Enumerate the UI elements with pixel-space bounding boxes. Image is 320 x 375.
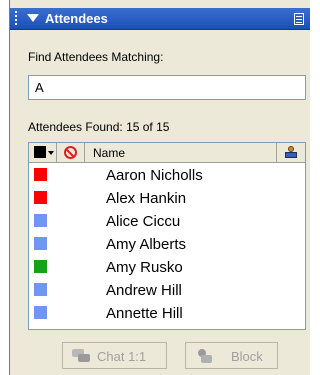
list-item[interactable]: Alex Hankin bbox=[29, 187, 305, 210]
color-swatch-icon bbox=[34, 146, 46, 158]
list-item[interactable]: Amy Rusko bbox=[29, 256, 305, 279]
search-label: Find Attendees Matching: bbox=[28, 50, 164, 64]
list-item[interactable]: Aaron Nicholls bbox=[29, 164, 305, 187]
attendee-rows: Aaron Nicholls Alex Hankin Alice Ciccu A… bbox=[29, 164, 305, 325]
attendee-name: Amy Rusko bbox=[106, 259, 183, 276]
attendee-name: Amy Alberts bbox=[106, 236, 187, 253]
panel-menu-icon[interactable] bbox=[294, 13, 304, 25]
color-swatch bbox=[34, 191, 47, 204]
color-swatch bbox=[34, 237, 47, 250]
attendees-found-text: Attendees Found: 15 of 15 bbox=[28, 120, 169, 134]
color-swatch bbox=[34, 168, 47, 181]
color-swatch bbox=[34, 306, 47, 319]
chat-button-label: Chat 1:1 bbox=[97, 349, 147, 364]
attendee-name: Alice Ciccu bbox=[106, 213, 181, 230]
list-header: Name bbox=[29, 143, 305, 163]
panel-titlebar: Attendees bbox=[10, 8, 310, 30]
list-item[interactable]: Annette Hill bbox=[29, 302, 305, 325]
chat-one-on-one-button[interactable]: Chat 1:1 bbox=[62, 342, 167, 369]
color-swatch bbox=[34, 260, 47, 273]
found-label: Attendees Found: bbox=[28, 120, 123, 134]
color-swatch bbox=[34, 214, 47, 227]
attendees-panel: Attendees Find Attendees Matching: Atten… bbox=[9, 0, 310, 375]
panel-title: Attendees bbox=[45, 11, 108, 26]
attendee-name: Alex Hankin bbox=[106, 190, 187, 207]
attendee-name: Andrew Hill bbox=[106, 282, 182, 299]
collapse-arrow-icon[interactable] bbox=[27, 14, 39, 22]
blocked-column-header[interactable] bbox=[57, 143, 85, 162]
drag-grip-icon[interactable] bbox=[12, 11, 20, 27]
list-item[interactable]: Andrew Hill bbox=[29, 279, 305, 302]
block-user-icon bbox=[195, 349, 213, 363]
block-button-label: Block bbox=[231, 349, 263, 364]
block-button[interactable]: Block bbox=[185, 342, 278, 369]
color-column-header[interactable] bbox=[29, 143, 57, 162]
chat-icon bbox=[72, 349, 90, 363]
list-item[interactable]: Alice Ciccu bbox=[29, 210, 305, 233]
found-count: 15 of 15 bbox=[126, 120, 170, 134]
dropdown-arrow-icon bbox=[48, 151, 54, 155]
search-input[interactable] bbox=[28, 75, 306, 100]
block-status-icon bbox=[64, 146, 77, 159]
attendee-name: Annette Hill bbox=[106, 305, 183, 322]
name-column-header[interactable]: Name bbox=[85, 143, 277, 162]
attendee-list[interactable]: Name Aaron Nicholls Alex Hankin Alice Ci… bbox=[28, 142, 306, 330]
role-column-header[interactable] bbox=[277, 143, 305, 162]
list-item[interactable]: Amy Alberts bbox=[29, 233, 305, 256]
color-swatch bbox=[34, 283, 47, 296]
person-icon bbox=[284, 146, 298, 158]
attendee-name: Aaron Nicholls bbox=[106, 167, 203, 184]
